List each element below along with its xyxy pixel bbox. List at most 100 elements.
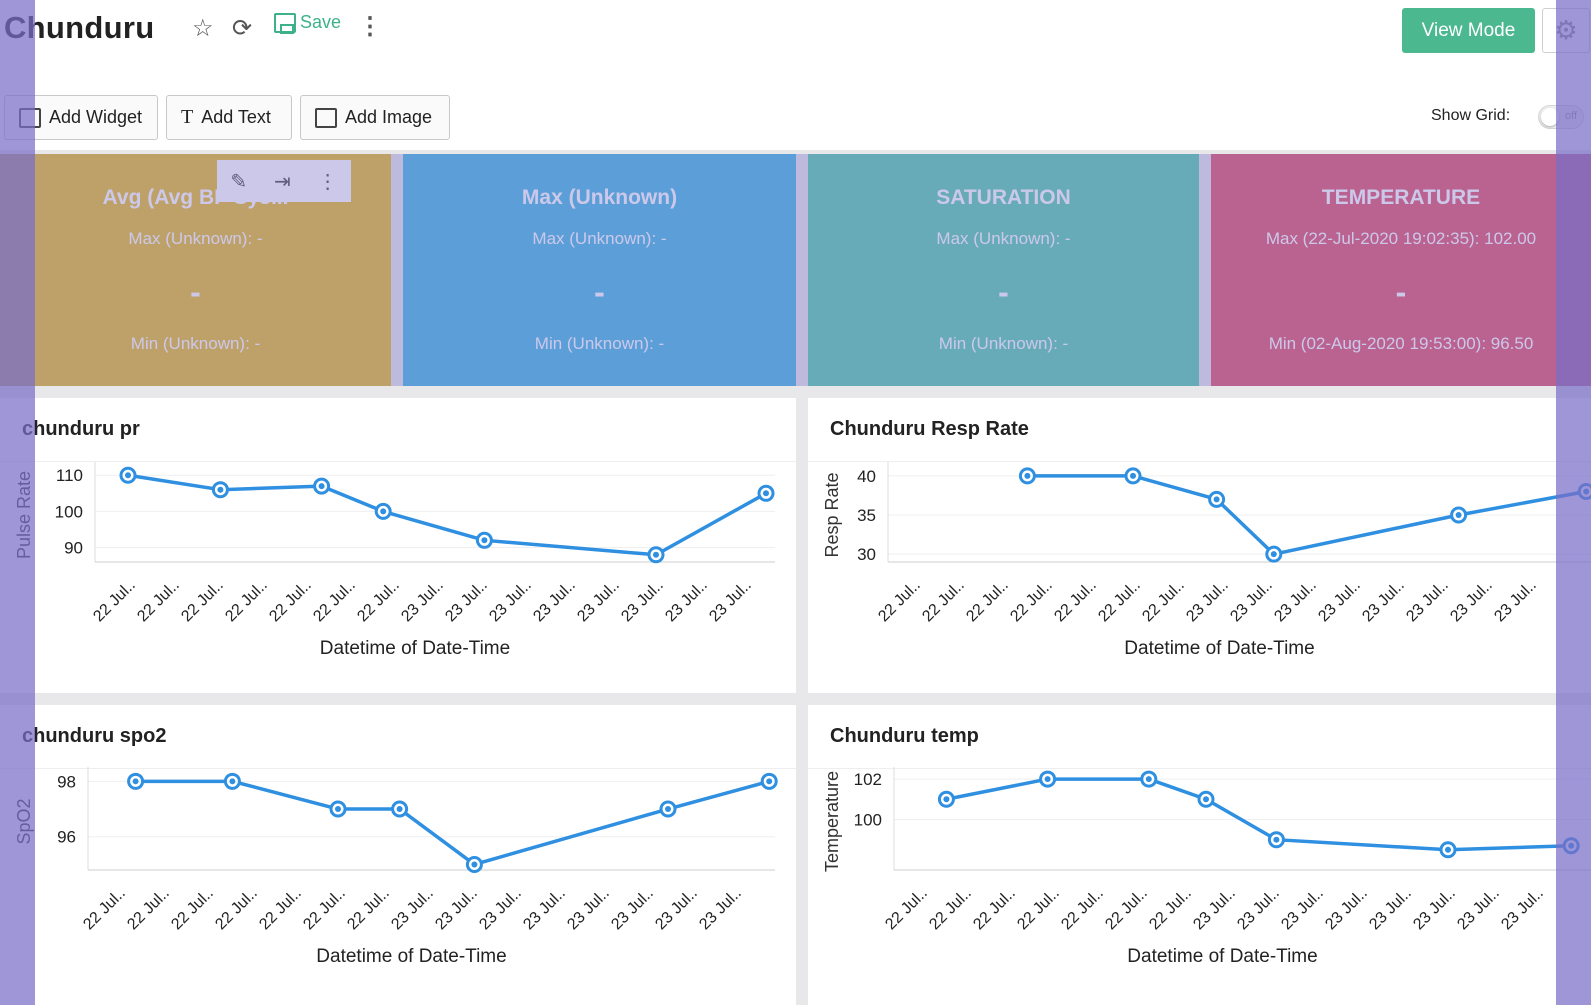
x-tick-label: 22 Jul.. bbox=[926, 885, 975, 934]
chart-panel-spo2: chunduru spo2 9698SpO222 Jul..22 Jul..22… bbox=[0, 705, 796, 1005]
kpi-title: Max (Unknown) bbox=[521, 186, 678, 209]
kpi-title: TEMPERATURE bbox=[1321, 186, 1481, 209]
y-tick-label: 100 bbox=[55, 502, 83, 521]
y-tick-label: 100 bbox=[854, 810, 882, 829]
kpi-value: - bbox=[190, 274, 201, 310]
kpi-max: Max (22-Jul-2020 19:02:35): 102.00 bbox=[1265, 229, 1537, 248]
kpi-card-bp[interactable]: Avg (Avg BP Sys... Max (Unknown): - - Mi… bbox=[0, 154, 391, 386]
x-tick-label: 22 Jul.. bbox=[256, 885, 305, 934]
x-tick-label: 22 Jul.. bbox=[300, 885, 349, 934]
view-mode-button[interactable]: View Mode bbox=[1402, 8, 1535, 53]
line-chart: 303540Resp Rate22 Jul..22 Jul..22 Jul..2… bbox=[822, 462, 1591, 659]
x-tick-label: 23 Jul.. bbox=[486, 577, 535, 626]
save-button[interactable]: Save bbox=[274, 12, 341, 34]
line-chart: 9698SpO222 Jul..22 Jul..22 Jul..22 Jul..… bbox=[14, 767, 778, 967]
x-tick-label: 23 Jul.. bbox=[574, 577, 623, 626]
x-tick-label: 23 Jul.. bbox=[618, 577, 667, 626]
image-icon bbox=[315, 107, 337, 128]
x-tick-label: 22 Jul.. bbox=[1007, 577, 1056, 626]
kpi-max: Max (Unknown): - bbox=[532, 229, 667, 248]
refresh-icon[interactable]: ⟳ bbox=[232, 14, 252, 43]
x-tick-label: 23 Jul.. bbox=[652, 885, 701, 934]
x-tick-label: 23 Jul.. bbox=[1491, 577, 1540, 626]
x-tick-label: 22 Jul.. bbox=[354, 577, 403, 626]
x-tick-label: 22 Jul.. bbox=[1058, 885, 1107, 934]
chart-panel-resp-rate: Chunduru Resp Rate 30 35 40 Resp Rate 22 Jul… bbox=[808, 398, 1591, 693]
kpi-card-temperature[interactable]: TEMPERATURE Max (22-Jul-2020 19:02:35): … bbox=[1211, 154, 1591, 386]
x-tick-label: 23 Jul.. bbox=[1315, 577, 1364, 626]
x-tick-label: 23 Jul.. bbox=[1227, 577, 1276, 626]
x-tick-label: 23 Jul.. bbox=[1183, 577, 1232, 626]
y-axis-label: Resp Rate bbox=[822, 472, 842, 557]
show-grid-label: Show Grid: bbox=[1431, 107, 1511, 124]
add-text-button[interactable]: T Add Text bbox=[166, 95, 292, 140]
x-tick-label: 22 Jul.. bbox=[1102, 885, 1151, 934]
x-tick-label: 23 Jul.. bbox=[476, 885, 525, 934]
more-icon[interactable]: ⋮ bbox=[318, 169, 338, 194]
x-tick-label: 23 Jul.. bbox=[442, 577, 491, 626]
x-tick-label: 23 Jul.. bbox=[1190, 885, 1239, 934]
x-tick-label: 22 Jul.. bbox=[1051, 577, 1100, 626]
edit-icon[interactable]: ✎ bbox=[230, 169, 247, 194]
add-image-button[interactable]: Add Image bbox=[300, 95, 450, 140]
x-tick-label: 23 Jul.. bbox=[520, 885, 569, 934]
x-tick-label: 22 Jul.. bbox=[80, 885, 129, 934]
data-point-core bbox=[132, 778, 139, 785]
x-tick-label: 23 Jul.. bbox=[530, 577, 579, 626]
data-point-core bbox=[396, 806, 403, 813]
x-tick-label: 22 Jul.. bbox=[310, 577, 359, 626]
data-point-core bbox=[481, 537, 488, 544]
y-tick-label: 96 bbox=[57, 828, 76, 847]
x-tick-label: 22 Jul.. bbox=[1146, 885, 1195, 934]
x-tick-label: 23 Jul.. bbox=[1322, 885, 1371, 934]
x-tick-label: 23 Jul.. bbox=[662, 577, 711, 626]
data-point-core bbox=[471, 861, 478, 868]
data-point-core bbox=[766, 778, 773, 785]
data-point-core bbox=[763, 490, 769, 497]
kpi-min: Min (Unknown): - bbox=[534, 334, 665, 353]
y-tick-label: 102 bbox=[854, 770, 882, 789]
x-tick-label: 22 Jul.. bbox=[124, 885, 173, 934]
x-tick-label: 23 Jul.. bbox=[388, 885, 437, 934]
kpi-card-max[interactable]: Max (Unknown) Max (Unknown): - - Min (Un… bbox=[403, 154, 796, 386]
x-tick-label: 22 Jul.. bbox=[212, 885, 261, 934]
data-point-core bbox=[217, 486, 224, 493]
data-point-core bbox=[1213, 496, 1220, 503]
kpi-value: - bbox=[594, 274, 605, 310]
x-tick-label: 23 Jul.. bbox=[1271, 577, 1320, 626]
y-tick-label: 30 bbox=[857, 545, 876, 564]
x-tick-label: 22 Jul.. bbox=[90, 577, 139, 626]
x-tick-label: 23 Jul.. bbox=[1498, 885, 1547, 934]
add-text-label: Add Text bbox=[201, 107, 271, 127]
x-tick-label: 22 Jul.. bbox=[1095, 577, 1144, 626]
x-axis-title: Datetime of Date-Time bbox=[1124, 638, 1314, 659]
x-tick-label: 23 Jul.. bbox=[1359, 577, 1408, 626]
export-icon[interactable]: ⇥ bbox=[274, 169, 291, 194]
star-icon[interactable]: ☆ bbox=[192, 14, 214, 43]
y-tick-label: 40 bbox=[857, 467, 876, 486]
x-tick-label: 22 Jul.. bbox=[1139, 577, 1188, 626]
widget-edit-toolbar: ✎ ⇥ ⋮ bbox=[217, 160, 351, 202]
series-line bbox=[946, 777, 1572, 852]
data-point-core bbox=[1024, 472, 1031, 479]
x-tick-label: 22 Jul.. bbox=[222, 577, 271, 626]
data-point-core bbox=[653, 551, 659, 558]
x-axis-title: Datetime of Date-Time bbox=[1127, 946, 1317, 967]
kpi-card-saturation[interactable]: SATURATION Max (Unknown): - - Min (Unkno… bbox=[808, 154, 1199, 386]
x-tick-label: 22 Jul.. bbox=[168, 885, 217, 934]
x-tick-label: 23 Jul.. bbox=[706, 577, 755, 626]
x-tick-label: 23 Jul.. bbox=[1366, 885, 1415, 934]
y-tick-label: 35 bbox=[857, 506, 876, 525]
add-image-label: Add Image bbox=[345, 107, 433, 127]
x-tick-label: 23 Jul.. bbox=[398, 577, 447, 626]
data-point-core bbox=[1273, 836, 1280, 843]
x-tick-label: 22 Jul.. bbox=[344, 885, 393, 934]
data-point-core bbox=[125, 472, 131, 479]
more-icon[interactable]: ⋮ bbox=[358, 12, 382, 41]
left-edge-overlay bbox=[0, 0, 35, 1005]
x-tick-label: 23 Jul.. bbox=[1278, 885, 1327, 934]
chart-panel-temperature: Chunduru temp 100 102 Temperature 22 Jul.. 2… bbox=[808, 705, 1591, 1005]
dashboard-header: Chunduru ☆ ⟳ Save ⋮ View Mode ⚙ Add Widg… bbox=[0, 0, 1591, 150]
data-point-core bbox=[1455, 512, 1462, 518]
y-axis-label: Temperature bbox=[822, 771, 842, 872]
